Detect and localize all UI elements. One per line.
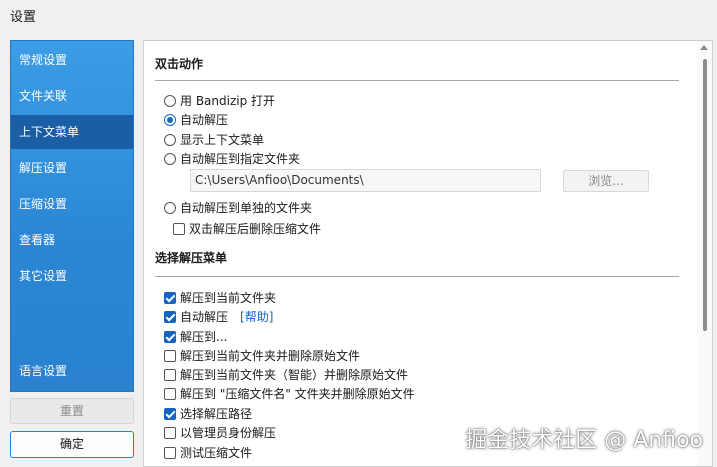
checkbox-label: 解压到当前文件夹（智能）并删除原始文件: [180, 368, 409, 382]
double-click-section-title: 双击动作: [155, 57, 204, 71]
checkbox-box[interactable]: [164, 368, 176, 381]
checkbox-box[interactable]: [173, 222, 185, 235]
section-divider: [155, 80, 679, 81]
scroll-up-arrow-icon[interactable]: [700, 45, 708, 50]
vertical-scrollbar[interactable]: [697, 41, 712, 466]
checkbox-extract-here-delete[interactable]: 解压到当前文件夹并删除原始文件: [164, 347, 360, 364]
window-title: 设置: [10, 10, 37, 25]
sidebar-item-other[interactable]: 其它设置: [11, 259, 133, 293]
path-field[interactable]: C:\Users\Anfioo\Documents\: [190, 169, 541, 192]
checkbox-label: 解压到当前文件夹并删除原始文件: [180, 349, 361, 363]
checkbox-label: 双击解压后删除压缩文件: [189, 222, 322, 236]
radio-label: 显示上下文菜单: [180, 133, 265, 147]
radio-circle[interactable]: [164, 201, 176, 214]
checkbox-box[interactable]: [164, 446, 176, 459]
sidebar-item-context-menu[interactable]: 上下文菜单: [11, 115, 133, 149]
radio-circle[interactable]: [164, 152, 176, 165]
radio-label: 自动解压: [180, 113, 229, 127]
watermark-text: 掘金技术社区 @ Anfioo: [465, 428, 703, 453]
checkbox-extract-smart-delete[interactable]: 解压到当前文件夹（智能）并删除原始文件: [164, 366, 408, 383]
radio-circle[interactable]: [164, 133, 176, 146]
ok-button[interactable]: 确定: [10, 431, 134, 458]
checkbox-box[interactable]: [164, 407, 176, 420]
radio-auto-extract[interactable]: 自动解压: [164, 111, 228, 128]
checkbox-extract-archive-name-delete[interactable]: 解压到 "压缩文件名" 文件夹并删除原始文件: [164, 385, 415, 402]
checkbox-auto-extract[interactable]: 自动解压 [帮助]: [164, 308, 273, 325]
checkbox-box[interactable]: [164, 387, 176, 400]
scroll-thumb[interactable]: [703, 59, 707, 331]
radio-circle[interactable]: [164, 113, 176, 126]
checkbox-label: 测试压缩文件: [180, 446, 253, 460]
radio-show-context-menu[interactable]: 显示上下文菜单: [164, 131, 264, 148]
checkbox-box[interactable]: [164, 310, 176, 323]
checkbox-label: 解压到当前文件夹: [180, 291, 277, 305]
radio-open-bandizip[interactable]: 用 Bandizip 打开: [164, 92, 275, 109]
radio-label: 自动解压到指定文件夹: [180, 152, 301, 166]
checkbox-extract-to[interactable]: 解压到...: [164, 328, 227, 345]
checkbox-test-archive[interactable]: 测试压缩文件: [164, 444, 252, 461]
sidebar-item-compress[interactable]: 压缩设置: [11, 187, 133, 221]
radio-circle[interactable]: [164, 94, 176, 107]
sidebar-item-file-association[interactable]: 文件关联: [11, 79, 133, 113]
radio-label: 用 Bandizip 打开: [180, 94, 276, 108]
checkbox-label: 解压到 "压缩文件名" 文件夹并删除原始文件: [180, 387, 415, 401]
reset-button[interactable]: 重置: [10, 398, 134, 424]
sidebar-nav: 常规设置 文件关联 上下文菜单 解压设置 压缩设置 查看器 其它设置 语言设置: [10, 40, 134, 392]
sidebar-item-extract[interactable]: 解压设置: [11, 151, 133, 185]
checkbox-delete-after-extract[interactable]: 双击解压后删除压缩文件: [173, 220, 321, 237]
checkbox-extract-here[interactable]: 解压到当前文件夹: [164, 289, 276, 306]
help-link[interactable]: [帮助]: [240, 308, 273, 325]
checkbox-label: 选择解压路径: [180, 407, 253, 421]
browse-button[interactable]: 浏览...: [563, 170, 649, 192]
checkbox-label: 自动解压: [180, 310, 229, 324]
checkbox-box[interactable]: [164, 426, 176, 439]
checkbox-extract-as-admin[interactable]: 以管理员身份解压: [164, 424, 276, 441]
checkbox-box[interactable]: [164, 330, 176, 343]
checkbox-box[interactable]: [164, 291, 176, 304]
sidebar-item-viewer[interactable]: 查看器: [11, 223, 133, 257]
radio-label: 自动解压到单独的文件夹: [180, 201, 313, 215]
settings-panel: 双击动作 用 Bandizip 打开 自动解压 显示上下文菜单 自动解压到指定文…: [143, 40, 713, 467]
sidebar-item-language[interactable]: 语言设置: [11, 354, 133, 388]
radio-extract-separate-folder[interactable]: 自动解压到单独的文件夹: [164, 199, 312, 216]
radio-extract-to-folder[interactable]: 自动解压到指定文件夹: [164, 150, 300, 167]
extract-menu-section-title: 选择解压菜单: [155, 251, 228, 265]
checkbox-box[interactable]: [164, 349, 176, 362]
sidebar-item-general[interactable]: 常规设置: [11, 43, 133, 77]
checkbox-label: 以管理员身份解压: [180, 426, 277, 440]
section-divider: [155, 276, 679, 277]
checkbox-label: 解压到...: [180, 330, 228, 344]
checkbox-choose-extract-path[interactable]: 选择解压路径: [164, 405, 252, 422]
